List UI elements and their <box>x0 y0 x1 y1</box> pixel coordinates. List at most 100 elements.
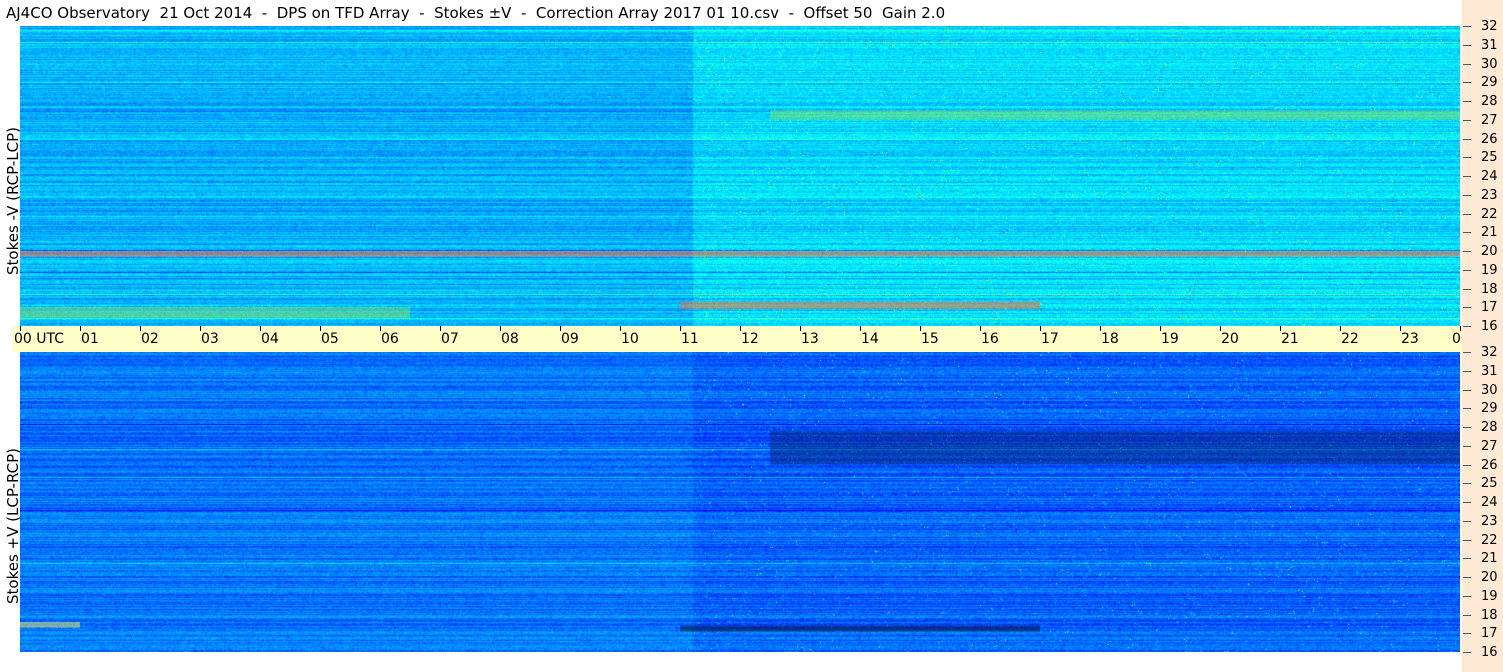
time-tick-mark <box>620 326 621 331</box>
time-tick-mark <box>440 326 441 331</box>
time-tick-label: 21 <box>1281 331 1299 347</box>
time-tick-label: 22 <box>1341 331 1359 347</box>
time-tick-mark <box>680 326 681 331</box>
time-tick-label: 04 <box>261 331 279 347</box>
freq-tick-label-top: 20 <box>1481 244 1498 259</box>
time-tick-label: 05 <box>321 331 339 347</box>
freq-tick-label-top: 18 <box>1481 281 1498 297</box>
time-tick-mark <box>1400 326 1401 331</box>
freq-tick-mark <box>1463 63 1471 65</box>
time-tick-label: 13 <box>801 331 819 347</box>
freq-tick-mark <box>1463 502 1471 503</box>
time-tick-mark <box>1460 326 1461 331</box>
freq-tick-label-bottom: 26 <box>1481 457 1498 473</box>
time-tick-mark <box>1340 326 1341 331</box>
freq-tick-mark <box>1463 558 1471 560</box>
time-tick-label: 07 <box>441 331 459 347</box>
freq-tick-label-top: 16 <box>1481 319 1498 334</box>
freq-tick-label-top: 31 <box>1481 37 1498 53</box>
time-tick-label: 06 <box>381 331 399 347</box>
freq-tick-label-top: 25 <box>1481 150 1498 166</box>
freq-tick-label-bottom: 20 <box>1481 570 1498 585</box>
freq-tick-mark <box>1463 157 1471 159</box>
time-tick-label: 02 <box>141 331 159 347</box>
freq-tick-mark <box>1463 307 1471 309</box>
freq-tick-mark <box>1463 82 1471 84</box>
time-tick-mark <box>20 326 21 331</box>
freq-tick-label-bottom: 18 <box>1481 607 1498 623</box>
freq-tick-mark <box>1463 595 1471 597</box>
freq-tick-label-bottom: 22 <box>1481 532 1498 548</box>
freq-tick-label-top: 28 <box>1481 94 1498 109</box>
time-tick-label: 18 <box>1101 331 1119 347</box>
time-tick-label: 00 UTC <box>14 331 65 347</box>
time-tick-mark <box>380 326 381 331</box>
freq-tick-label-bottom: 28 <box>1481 420 1498 435</box>
freq-tick-label-bottom: 29 <box>1481 401 1498 417</box>
time-tick-label: 10 <box>621 331 639 347</box>
spectrogram-top <box>20 26 1460 326</box>
freq-tick-label-bottom: 24 <box>1481 495 1498 510</box>
heatmap-canvas-bottom <box>20 352 1460 652</box>
freq-tick-label-top: 17 <box>1481 300 1498 316</box>
spectrogram-bottom <box>20 352 1460 652</box>
freq-tick-mark <box>1463 389 1471 391</box>
freq-tick-label-top: 27 <box>1481 112 1498 128</box>
freq-tick-label-top: 19 <box>1481 262 1498 278</box>
time-tick-mark <box>800 326 801 331</box>
freq-tick-label-top: 22 <box>1481 206 1498 222</box>
time-tick-label: 17 <box>1041 331 1059 347</box>
time-tick-label: 19 <box>1161 331 1179 347</box>
freq-tick-label-bottom: 31 <box>1481 363 1498 379</box>
freq-tick-mark <box>1463 138 1471 140</box>
time-tick-mark <box>1160 326 1161 331</box>
freq-tick-mark <box>1463 352 1471 353</box>
freq-tick-mark <box>1463 326 1471 327</box>
freq-tick-label-bottom: 25 <box>1481 476 1498 492</box>
time-tick-mark <box>560 326 561 331</box>
time-tick-mark <box>80 326 81 331</box>
freq-tick-mark <box>1463 119 1471 121</box>
time-tick-mark <box>200 326 201 331</box>
time-tick-label: 12 <box>741 331 759 347</box>
freq-tick-label-top: 30 <box>1481 56 1498 72</box>
freq-tick-mark <box>1463 464 1471 466</box>
freq-tick-mark <box>1463 232 1471 234</box>
freq-tick-label-top: 29 <box>1481 75 1498 91</box>
heatmap-canvas-top <box>20 26 1460 326</box>
freq-tick-mark <box>1463 269 1471 271</box>
freq-tick-label-bottom: 32 <box>1481 345 1498 360</box>
freq-tick-label-top: 21 <box>1481 225 1498 241</box>
time-tick-mark <box>980 326 981 331</box>
freq-tick-label-top: 26 <box>1481 131 1498 147</box>
time-tick-label: 20 <box>1221 331 1239 347</box>
freq-tick-label-bottom: 19 <box>1481 588 1498 604</box>
freq-tick-mark <box>1463 370 1471 372</box>
freq-tick-mark <box>1463 288 1471 290</box>
time-tick-label: 03 <box>201 331 219 347</box>
freq-tick-mark <box>1463 194 1471 196</box>
freq-tick-mark <box>1463 614 1471 616</box>
freq-tick-label-bottom: 16 <box>1481 645 1498 660</box>
freq-tick-mark <box>1463 520 1471 522</box>
time-tick-mark <box>500 326 501 331</box>
freq-tick-mark <box>1463 213 1471 215</box>
time-tick-label: 14 <box>861 331 879 347</box>
time-tick-label: 09 <box>561 331 579 347</box>
freq-tick-mark <box>1463 176 1471 177</box>
time-tick-mark <box>1100 326 1101 331</box>
freq-tick-mark <box>1463 408 1471 410</box>
freq-tick-mark <box>1463 577 1471 578</box>
time-tick-mark <box>740 326 741 331</box>
time-tick-mark <box>260 326 261 331</box>
freq-tick-label-bottom: 27 <box>1481 438 1498 454</box>
chart-title: AJ4CO Observatory 21 Oct 2014 - DPS on T… <box>6 4 946 22</box>
time-tick-label: 01 <box>81 331 99 347</box>
freq-tick-mark <box>1463 44 1471 46</box>
time-tick-label: 11 <box>681 331 699 347</box>
time-tick-mark <box>860 326 861 331</box>
freq-tick-mark <box>1463 427 1471 428</box>
freq-tick-mark <box>1463 251 1471 252</box>
time-tick-mark <box>1040 326 1041 331</box>
freq-tick-label-bottom: 21 <box>1481 551 1498 567</box>
